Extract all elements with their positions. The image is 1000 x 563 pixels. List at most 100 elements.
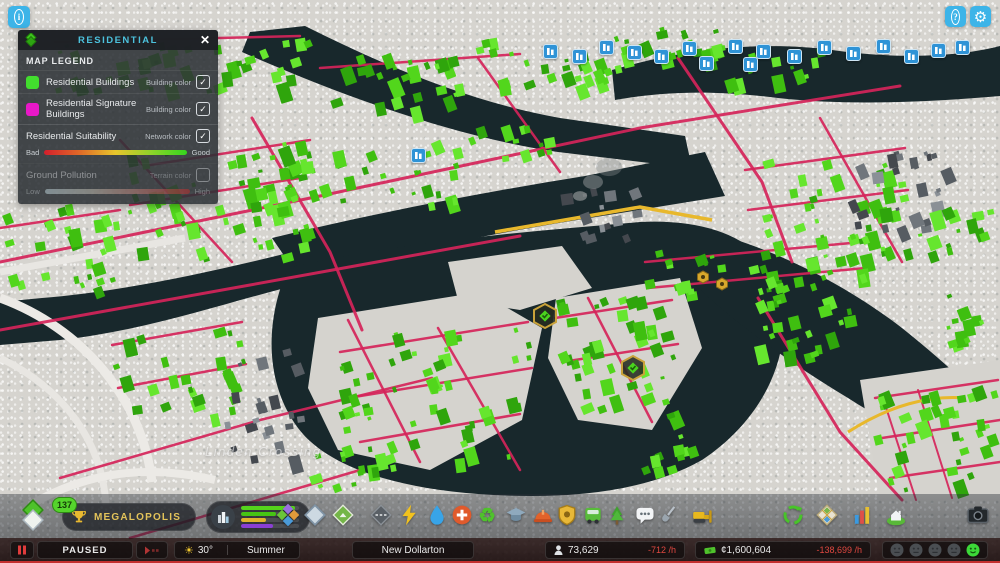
play-speed-icon: [145, 546, 159, 554]
landscaping-icon[interactable]: [655, 502, 681, 528]
gear-icon: ⚙: [973, 8, 988, 26]
fire-icon[interactable]: [530, 502, 556, 528]
population-count: 73,629: [568, 544, 599, 556]
city-progress-icon: [211, 505, 236, 529]
green-swatch: [26, 75, 39, 89]
map-legend-panel: RESIDENTIAL ✕ MAP LEGEND Residential Bui…: [18, 30, 218, 204]
police-icon[interactable]: [554, 502, 580, 528]
milestone-button[interactable]: MEGALOPOLIS: [62, 503, 197, 531]
parks-icon[interactable]: [604, 502, 630, 528]
warning-hex-marker[interactable]: [696, 270, 710, 284]
health-icon[interactable]: [449, 502, 475, 528]
milestone-name: MEGALOPOLIS: [94, 511, 182, 523]
close-icon[interactable]: ✕: [198, 33, 212, 47]
magenta-swatch: [26, 102, 39, 116]
map-info-marker[interactable]: [699, 56, 714, 71]
map-info-marker[interactable]: [876, 39, 891, 54]
map-info-marker[interactable]: [682, 41, 697, 56]
city-name-pill[interactable]: New Dollarton: [352, 541, 474, 559]
help-button[interactable]: ?: [945, 6, 966, 27]
environment-icon[interactable]: [780, 502, 806, 528]
help-icon: ?: [951, 8, 960, 25]
roads-icon[interactable]: [368, 502, 394, 528]
happiness-face: [947, 543, 961, 557]
city-name: New Dollarton: [381, 544, 445, 556]
districts-icon[interactable]: [302, 502, 328, 528]
money-rate: -138,699 /h: [816, 545, 862, 555]
map-info-marker[interactable]: [817, 40, 832, 55]
happiness-face: [909, 543, 923, 557]
electricity-icon[interactable]: [396, 502, 422, 528]
pollution-gradient-row: Low High: [26, 187, 210, 196]
sim-speed-button[interactable]: [136, 541, 168, 559]
checkbox-ground-pollution[interactable]: [196, 168, 210, 182]
map-overview-icon[interactable]: [814, 502, 840, 528]
map-info-marker[interactable]: [756, 44, 771, 59]
population-pill[interactable]: 73,629 -712 /h: [545, 541, 685, 559]
legend-title: RESIDENTIAL: [78, 34, 158, 46]
checkbox-signature-buildings[interactable]: [196, 102, 210, 116]
map-info-marker[interactable]: [654, 49, 669, 64]
map-info-marker[interactable]: [411, 148, 426, 163]
sim-control-group: PAUSED: [10, 541, 168, 559]
garbage-icon[interactable]: ♻: [474, 502, 500, 528]
money-amount: ¢1,600,604: [721, 544, 772, 556]
map-info-marker[interactable]: [931, 43, 946, 58]
bulldozer-icon[interactable]: [689, 502, 715, 528]
pause-button[interactable]: [10, 541, 34, 559]
money-group: ¢1,600,604 -138,699 /h: [695, 541, 871, 559]
map-info-marker[interactable]: [904, 49, 919, 64]
statistics-icon[interactable]: [849, 502, 875, 528]
bottom-toolbar: 137 MEGALOPOLIS ♻: [0, 494, 1000, 538]
map-info-marker[interactable]: [572, 49, 587, 64]
legend-section-title: MAP LEGEND: [26, 56, 94, 66]
checkbox-residential-buildings[interactable]: [196, 75, 210, 89]
water-icon[interactable]: [424, 502, 450, 528]
info-button[interactable]: i: [8, 6, 30, 28]
legend-row-ground-pollution: Ground Pollution Terrain color: [18, 163, 218, 186]
temperature: 30°: [197, 544, 213, 556]
weather-pill[interactable]: ☀ 30° Summer: [174, 541, 300, 559]
transport-icon[interactable]: [580, 502, 606, 528]
pause-icon: [18, 545, 26, 555]
map-info-marker[interactable]: [846, 46, 861, 61]
map-tiles-icon[interactable]: [330, 502, 356, 528]
money-icon: [704, 546, 716, 554]
happiness-meter[interactable]: [882, 541, 988, 559]
map-info-marker[interactable]: [787, 49, 802, 64]
population-group: 73,629 -712 /h: [545, 541, 685, 559]
legend-row-signature-buildings: Residential Signature Buildings Building…: [18, 93, 218, 124]
suitability-gradient-bar: [44, 150, 187, 155]
info-icon: i: [14, 9, 24, 25]
happiness-face-active: [966, 543, 980, 557]
zone-hex-marker[interactable]: [619, 354, 647, 382]
suitability-gradient-row: Bad Good: [26, 148, 210, 157]
money-pill[interactable]: ¢1,600,604 -138,699 /h: [695, 541, 871, 559]
map-info-marker[interactable]: [599, 40, 614, 55]
map-info-marker[interactable]: [743, 57, 758, 72]
district-label: Linden Crossing: [205, 444, 322, 459]
city-name-group: New Dollarton: [352, 541, 474, 559]
nature-icon[interactable]: [883, 502, 909, 528]
svg-text:♻: ♻: [478, 506, 495, 526]
checkbox-suitability[interactable]: [196, 129, 210, 143]
residential-zone-icon: [25, 33, 37, 47]
season-label: Summer: [247, 544, 285, 556]
status-bar: PAUSED ☀ 30° Summer New Dollarton 73,629…: [0, 538, 1000, 563]
legend-row-suitability: Residential Suitability Network color: [18, 124, 218, 147]
zone-hex-marker[interactable]: [531, 302, 559, 330]
population-rate: -712 /h: [647, 545, 676, 555]
settings-button[interactable]: ⚙: [970, 6, 991, 27]
map-info-marker[interactable]: [627, 45, 642, 60]
map-info-marker[interactable]: [955, 40, 970, 55]
pollution-gradient-bar: [44, 189, 190, 194]
photo-mode-icon[interactable]: [965, 502, 991, 528]
map-info-marker[interactable]: [728, 39, 743, 54]
milestone-count-badge: 137: [52, 497, 77, 513]
map-info-marker[interactable]: [543, 44, 558, 59]
zoning-icon[interactable]: [275, 502, 301, 528]
education-icon[interactable]: [503, 502, 529, 528]
happiness-face: [890, 543, 904, 557]
milestone-zone-icon[interactable]: 137: [16, 497, 77, 536]
warning-hex-marker[interactable]: [715, 277, 729, 291]
